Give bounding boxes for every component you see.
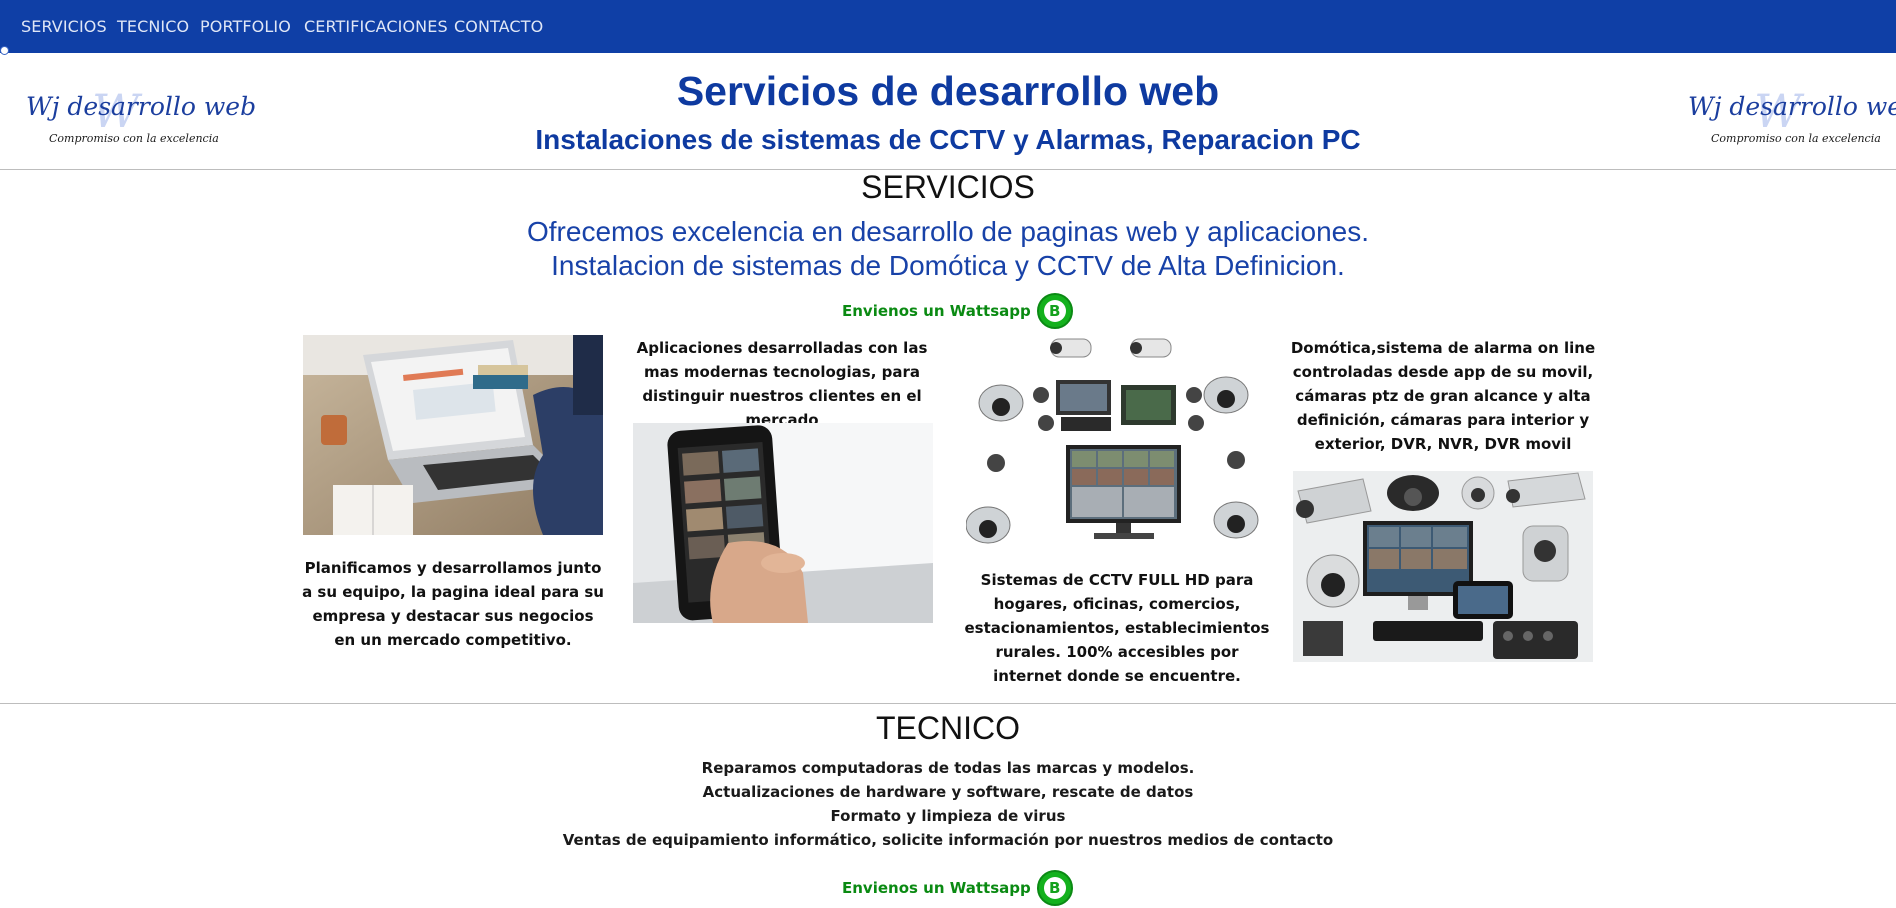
nav-link-portfolio[interactable]: PORTFOLIO (200, 17, 291, 36)
top-navbar: SERVICIOS TECNICO PORTFOLIO CERTIFICACIO… (0, 0, 1896, 53)
intro-line-1: Ofrecemos excelencia en desarrollo de pa… (526, 216, 1370, 247)
security-equipment-image (1293, 471, 1593, 662)
smartphone-hand-image (633, 423, 933, 623)
cctv-cameras-image (966, 335, 1266, 550)
tecnico-line: Formato y limpieza de virus (830, 807, 1066, 825)
service-card-3-text: Sistemas de CCTV FULL HD para hogares, o… (964, 571, 1270, 685)
whatsapp-icon: B (1036, 870, 1073, 906)
nav-link-certificaciones[interactable]: CERTIFICACIONES (304, 17, 448, 36)
servicios-intro: Ofrecemos excelencia en desarrollo de pa… (0, 215, 1896, 283)
tecnico-line: Actualizaciones de hardware y software, … (702, 783, 1194, 801)
tecnico-line: Reparamos computadoras de todas las marc… (701, 759, 1195, 777)
page-title: Servicios de desarrollo web (676, 68, 1220, 114)
whatsapp-link[interactable]: Envienos un Wattsapp B (842, 868, 1073, 908)
service-card-4-text: Domótica,sistema de alarma on line contr… (1290, 339, 1596, 453)
whatsapp-icon: B (1036, 293, 1073, 329)
service-card-2-text: Aplicaciones desarrolladas con las mas m… (636, 339, 928, 429)
nav-link-tecnico[interactable]: TECNICO (117, 17, 189, 36)
nav-link-servicios[interactable]: SERVICIOS (21, 17, 107, 36)
service-card-1-text: Planificamos y desarrollamos junto a su … (302, 559, 604, 649)
tecnico-line: Ventas de equipamiento informático, soli… (562, 831, 1334, 849)
page-subtitle: Instalaciones de sistemas de CCTV y Alar… (535, 124, 1361, 155)
tecnico-service-list: Reparamos computadoras de todas las marc… (0, 756, 1896, 852)
whatsapp-label: Envienos un Wattsapp (842, 879, 1031, 897)
whatsapp-label: Envienos un Wattsapp (842, 302, 1031, 320)
section-title-servicios: SERVICIOS (861, 169, 1035, 205)
laptop-desk-image (303, 335, 603, 535)
intro-line-2: Instalacion de sistemas de Domótica y CC… (551, 250, 1345, 281)
nav-toggle-dot (0, 46, 9, 55)
section-title-tecnico: TECNICO (876, 710, 1020, 746)
whatsapp-link[interactable]: Envienos un Wattsapp B (842, 291, 1073, 331)
nav-link-contacto[interactable]: CONTACTO (454, 17, 543, 36)
divider (0, 703, 1896, 704)
